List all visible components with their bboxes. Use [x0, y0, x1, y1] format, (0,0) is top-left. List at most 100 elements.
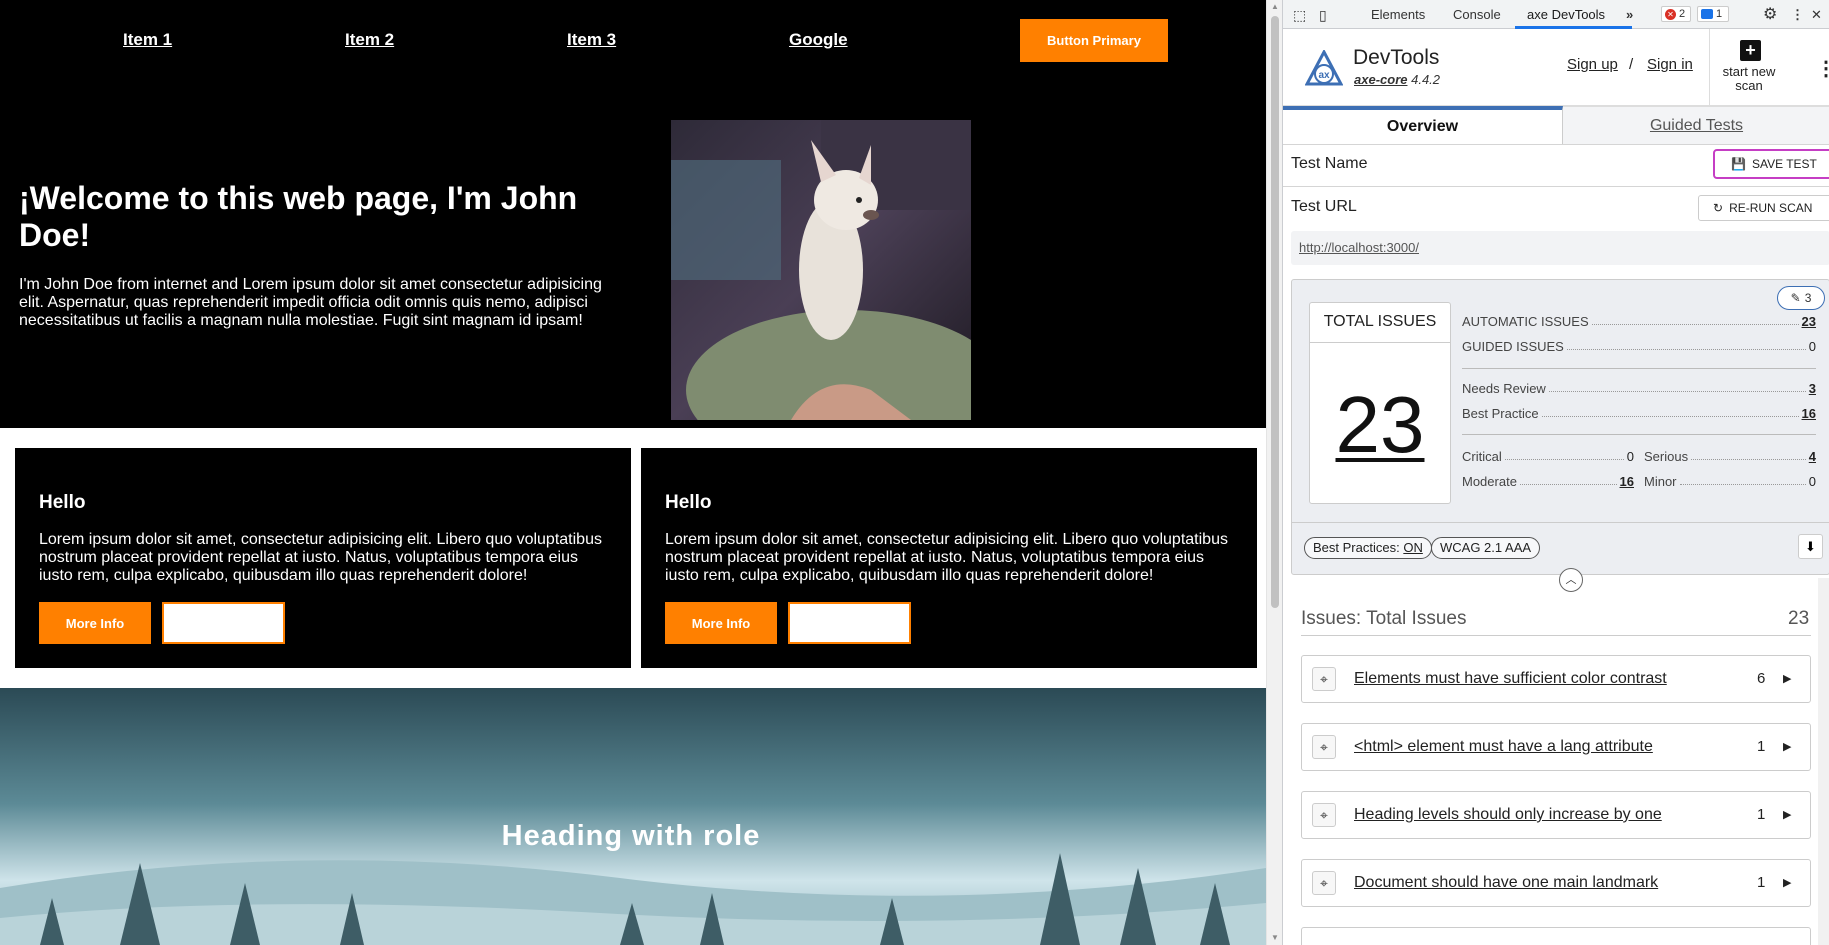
nav-item-google[interactable]: Google	[789, 30, 848, 50]
stat-label: Needs Review	[1462, 381, 1546, 396]
empty-button[interactable]	[788, 602, 911, 644]
issues-total: 23	[1788, 608, 1810, 629]
axe-menu-icon[interactable]: ⋮	[1816, 56, 1829, 81]
issue-row[interactable]: ⌖ <html> element must have a lang attrib…	[1301, 723, 1811, 771]
card-1: Hello Lorem ipsum dolor sit amet, consec…	[15, 448, 631, 668]
expand-arrow-icon[interactable]: ▶	[1783, 876, 1791, 889]
device-toggle-icon[interactable]: ▯	[1319, 7, 1327, 24]
rerun-label: RE-RUN SCAN	[1729, 201, 1813, 215]
expand-arrow-icon[interactable]: ▶	[1783, 740, 1791, 753]
page-scrollbar[interactable]: ▲ ▼	[1266, 0, 1282, 945]
scroll-down-icon[interactable]: ▼	[1271, 933, 1279, 942]
tab-elements[interactable]: Elements	[1371, 7, 1425, 22]
stat-value[interactable]: 16	[1620, 474, 1634, 489]
test-url-link[interactable]: http://localhost:3000/	[1291, 231, 1829, 265]
scroll-up-icon[interactable]: ▲	[1271, 2, 1279, 11]
nav-item-2[interactable]: Item 2	[345, 30, 394, 50]
issues-heading: Issues: Total Issues	[1301, 608, 1467, 629]
message-icon	[1701, 9, 1713, 19]
devtools-menu-icon[interactable]: ⋮	[1791, 7, 1804, 23]
error-icon: ✕	[1665, 8, 1676, 20]
error-count: 2	[1679, 8, 1686, 20]
devtools-scrollbar[interactable]	[1818, 578, 1829, 945]
stat-serious: Serious 4	[1644, 449, 1816, 464]
nav-item-3[interactable]: Item 3	[567, 30, 616, 50]
nav-item-1[interactable]: Item 1	[123, 30, 172, 50]
issue-count: 6	[1757, 670, 1766, 687]
highlight-target-icon[interactable]: ⌖	[1312, 803, 1336, 827]
best-practices-label: Best Practices:	[1313, 540, 1400, 555]
sign-in-link[interactable]: Sign in	[1647, 56, 1693, 73]
issue-label[interactable]: Elements must have sufficient color cont…	[1354, 670, 1667, 688]
issue-row[interactable]	[1301, 927, 1811, 945]
dog-photo	[671, 120, 971, 420]
stat-automatic: AUTOMATIC ISSUES 23	[1462, 314, 1816, 329]
highlight-target-icon[interactable]: ⌖	[1312, 871, 1336, 895]
stat-value[interactable]: 16	[1802, 406, 1816, 421]
tab-overview[interactable]: Overview	[1283, 106, 1563, 144]
start-new-scan-button[interactable]: + start new scan	[1709, 29, 1788, 106]
issue-row[interactable]: ⌖ Heading levels should only increase by…	[1301, 791, 1811, 839]
more-info-button[interactable]: More Info	[39, 602, 151, 644]
primary-button[interactable]: Button Primary	[1020, 19, 1168, 62]
save-test-button[interactable]: 💾 SAVE TEST	[1713, 149, 1829, 179]
gear-icon[interactable]: ⚙	[1763, 4, 1777, 24]
axe-core-link[interactable]: axe-core	[1354, 72, 1407, 87]
issues-summary: ✎ 3 TOTAL ISSUES 23 AUTOMATIC ISSUES 23 GU…	[1291, 279, 1829, 592]
hero-title: ¡Welcome to this web page, I'm John Doe!	[19, 180, 578, 253]
version-number: 4.4.2	[1411, 72, 1441, 87]
stat-label: Best Practice	[1462, 406, 1539, 421]
stat-separator	[1462, 368, 1816, 369]
highlight-target-icon[interactable]: ⌖	[1312, 667, 1336, 691]
expand-arrow-icon[interactable]: ▶	[1783, 808, 1791, 821]
collapse-summary-icon[interactable]: ︿	[1559, 568, 1583, 592]
stat-value[interactable]: 4	[1809, 449, 1816, 464]
card-text: Lorem ipsum dolor sit amet, consectetur …	[665, 531, 1228, 584]
card-2: Hello Lorem ipsum dolor sit amet, consec…	[641, 448, 1257, 668]
more-info-button[interactable]: More Info	[665, 602, 777, 644]
empty-button[interactable]	[162, 602, 285, 644]
tab-guided-tests[interactable]: Guided Tests	[1563, 106, 1829, 144]
issue-label[interactable]: <html> element must have a lang attribut…	[1354, 738, 1653, 756]
inspect-icon[interactable]: ⬚	[1293, 7, 1306, 24]
total-issues-label: TOTAL ISSUES	[1310, 303, 1450, 343]
close-icon[interactable]: ✕	[1811, 7, 1822, 23]
axe-core-version: axe-core 4.4.2	[1354, 72, 1440, 87]
best-practices-toggle[interactable]: Best Practices: ON	[1304, 537, 1432, 559]
download-icon[interactable]: ⬇	[1798, 534, 1823, 559]
stat-guided: GUIDED ISSUES 0	[1462, 339, 1816, 354]
stat-critical: Critical 0	[1462, 449, 1634, 464]
stat-needs-review: Needs Review 3	[1462, 381, 1816, 396]
add-icon: +	[1740, 40, 1761, 61]
stat-value[interactable]: 23	[1802, 314, 1816, 329]
more-tabs-icon[interactable]: »	[1626, 7, 1633, 22]
total-issues-count[interactable]: 23	[1310, 379, 1450, 471]
test-url-label: Test URL	[1291, 198, 1357, 215]
issue-count: 1	[1757, 738, 1766, 755]
expand-arrow-icon[interactable]: ▶	[1783, 672, 1791, 685]
wcag-level-chip[interactable]: WCAG 2.1 AAA	[1431, 537, 1541, 559]
stat-value[interactable]: 3	[1809, 381, 1816, 396]
stat-value: 0	[1626, 449, 1634, 464]
highlight-target-icon[interactable]: ⌖	[1312, 735, 1336, 759]
message-badge[interactable]: 1	[1697, 6, 1729, 22]
edit-issues-button[interactable]: ✎ 3	[1777, 286, 1825, 310]
issue-row[interactable]: ⌖ Document should have one main landmark…	[1301, 859, 1811, 907]
stat-value: 0	[1808, 474, 1816, 489]
banner-heading: Heading with role	[501, 820, 761, 852]
error-badge[interactable]: ✕ 2	[1661, 6, 1691, 22]
issue-label[interactable]: Heading levels should only increase by o…	[1354, 806, 1662, 824]
view-tabs: Overview Guided Tests	[1283, 106, 1829, 144]
issue-count: 1	[1757, 874, 1766, 891]
edit-count: 3	[1804, 291, 1812, 305]
web-page-viewport: Item 1 Item 2 Item 3 Google Button Prima…	[0, 0, 1266, 945]
issue-label[interactable]: Document should have one main landmark	[1354, 874, 1658, 892]
card-title: Hello	[665, 492, 712, 513]
tab-axe-devtools[interactable]: axe DevTools	[1527, 7, 1605, 22]
scroll-thumb[interactable]	[1271, 16, 1279, 608]
tab-console[interactable]: Console	[1453, 7, 1501, 22]
rerun-scan-button[interactable]: ↻ RE-RUN SCAN	[1698, 195, 1829, 221]
issue-row[interactable]: ⌖ Elements must have sufficient color co…	[1301, 655, 1811, 703]
sign-up-link[interactable]: Sign up	[1567, 56, 1618, 73]
stat-separator	[1462, 434, 1816, 435]
